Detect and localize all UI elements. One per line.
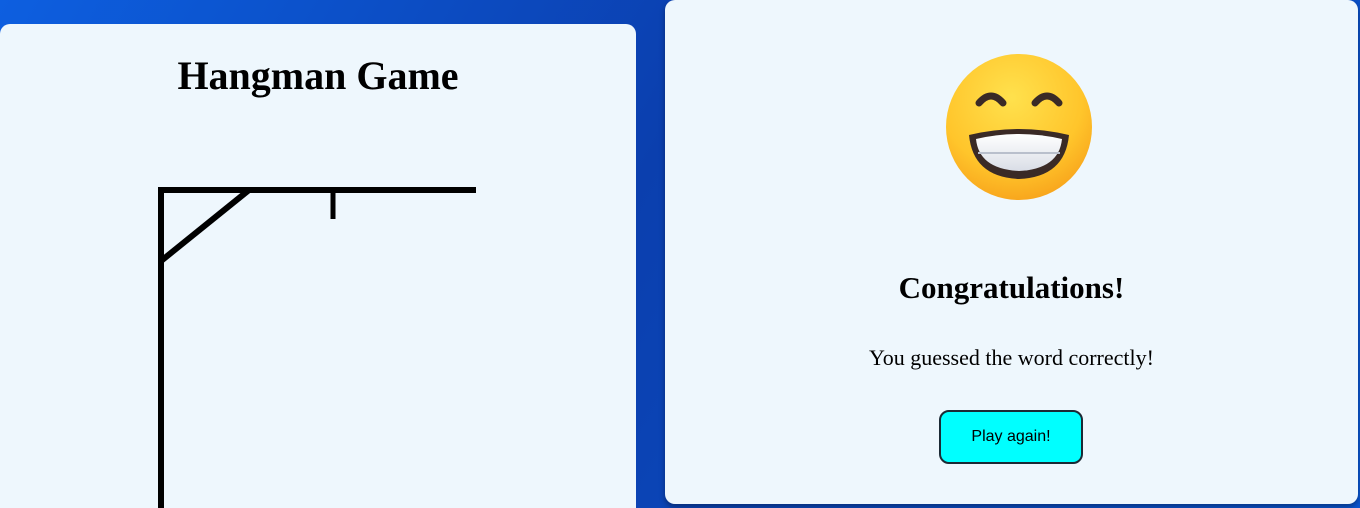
grinning-face-with-smiling-eyes-icon [946, 54, 1092, 200]
gallows-brace [159, 187, 251, 264]
result-title: Congratulations! [898, 270, 1125, 305]
result-modal: Congratulations! You guessed the word co… [665, 0, 1358, 504]
gallows-drawing [158, 187, 476, 508]
result-message: You guessed the word correctly! [869, 345, 1154, 370]
game-panel: Hangman Game [0, 24, 636, 508]
play-again-button[interactable]: Play again! [939, 410, 1083, 464]
